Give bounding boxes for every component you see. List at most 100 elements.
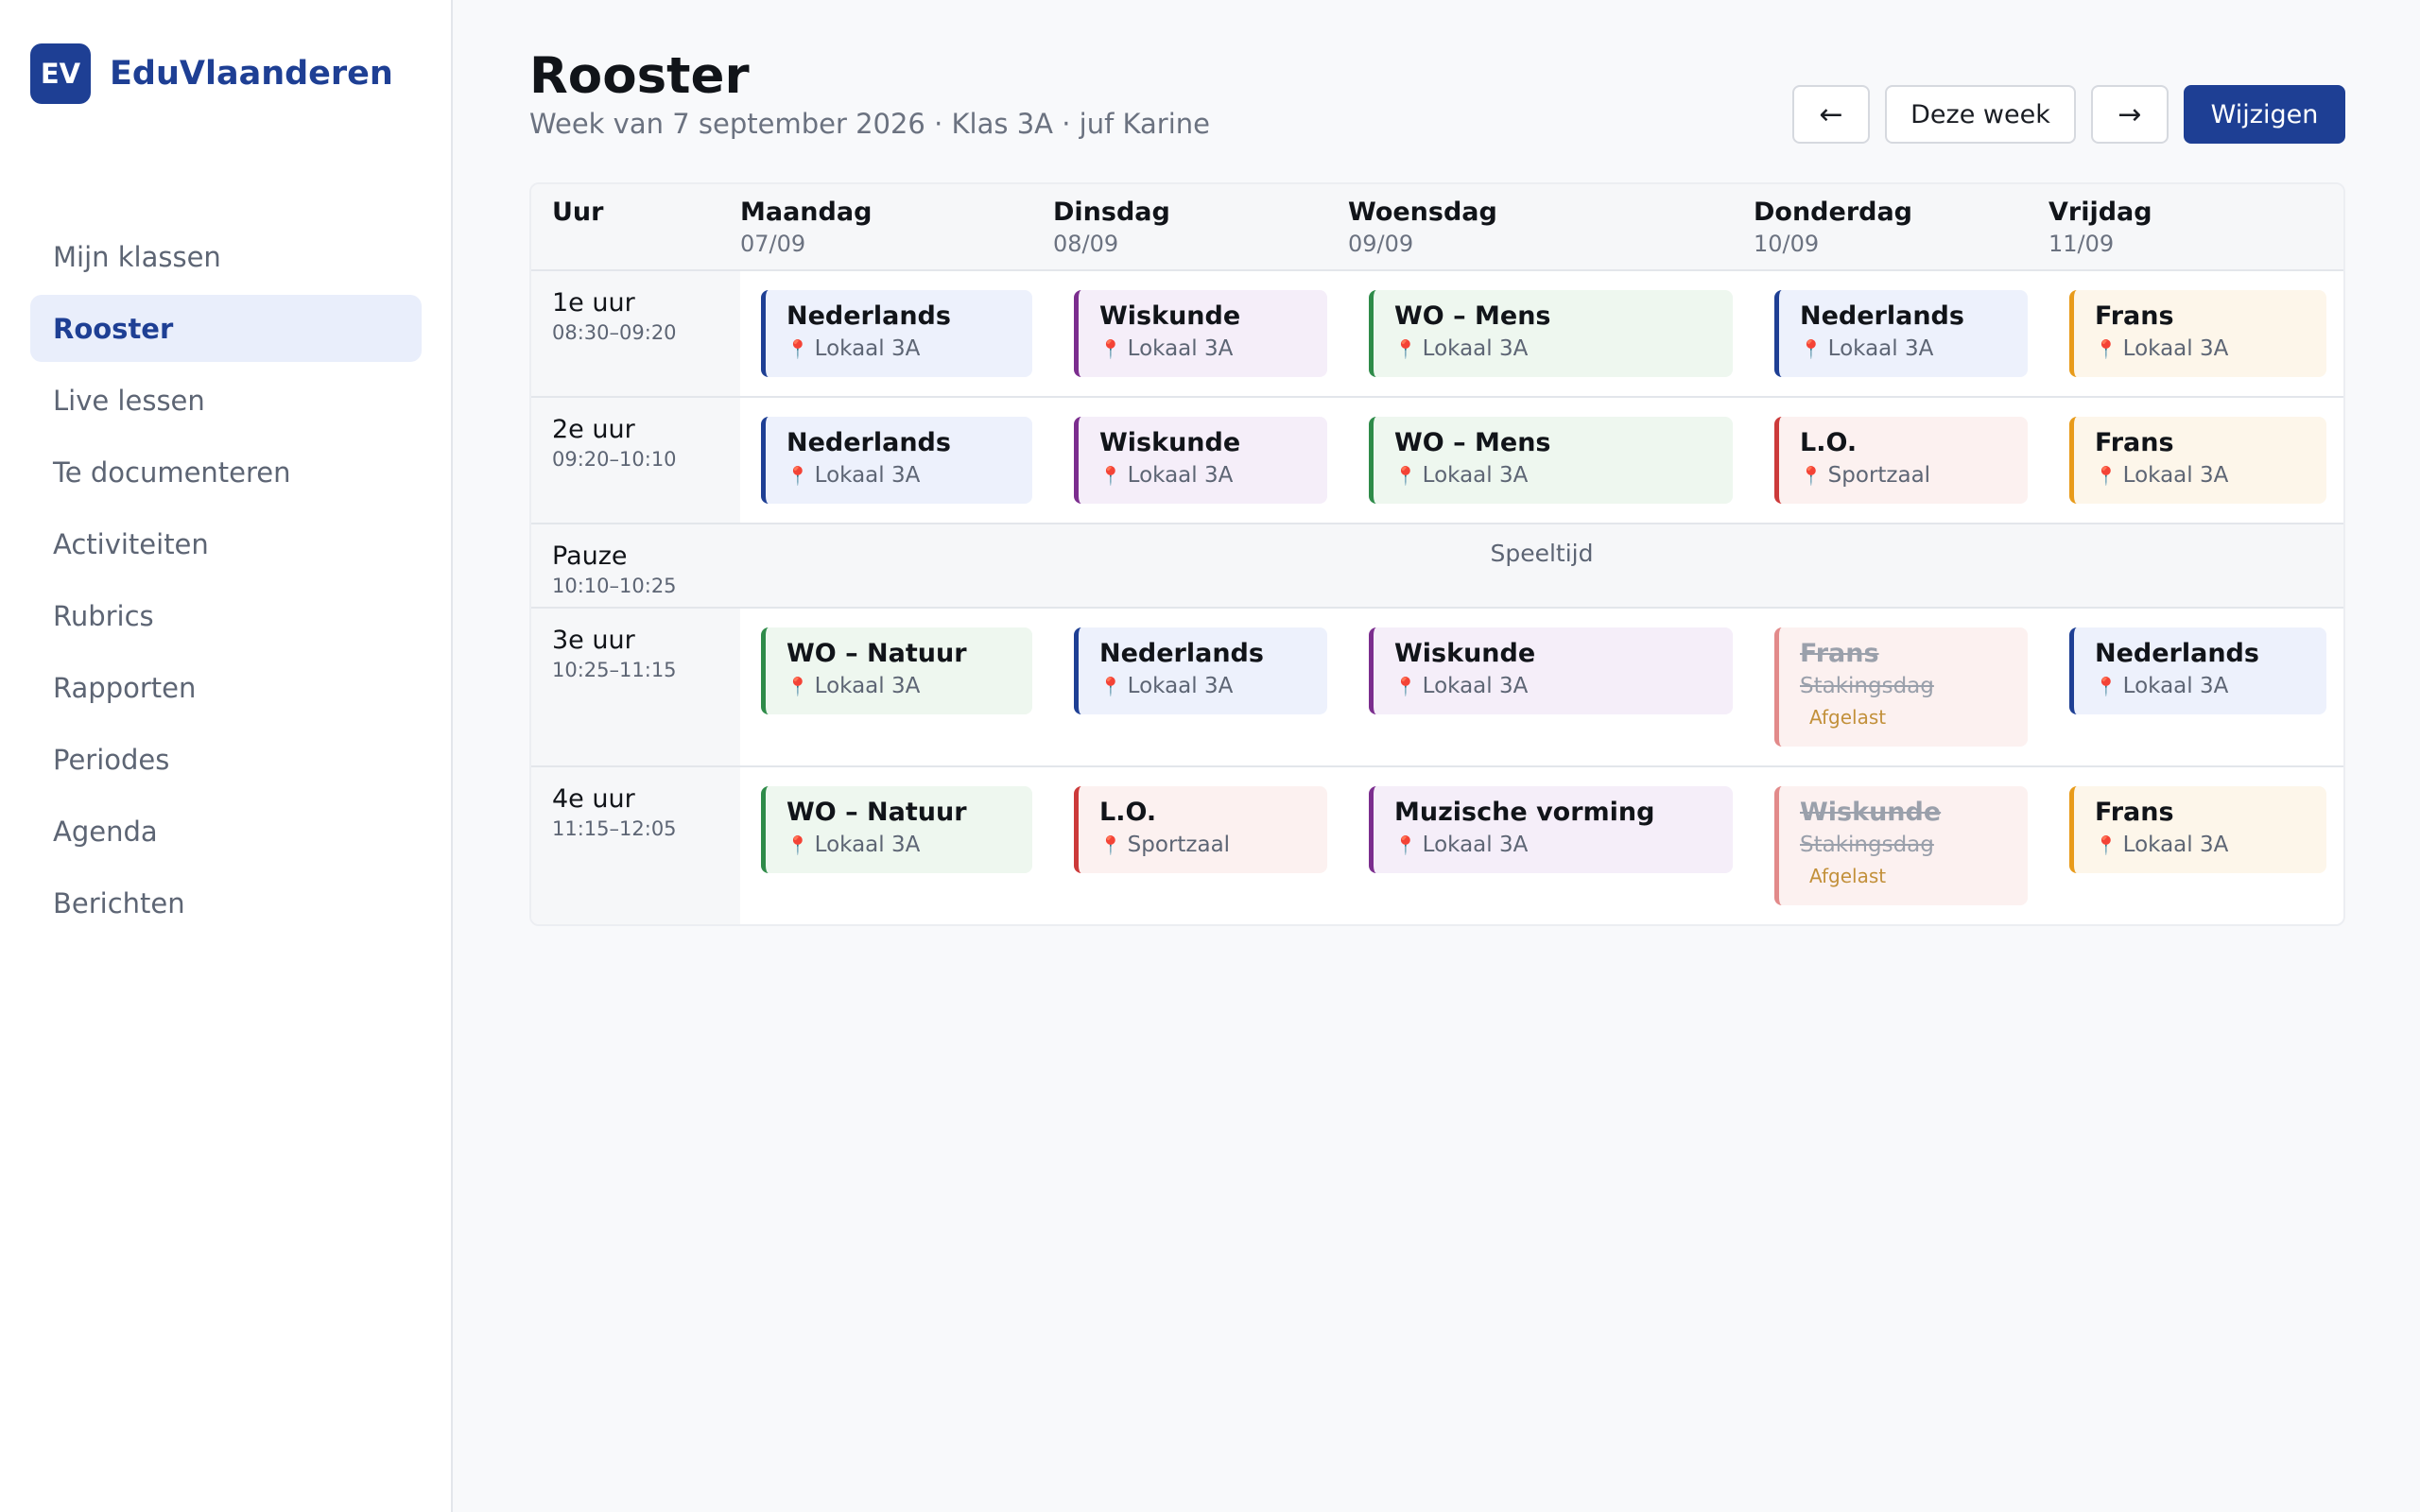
day-cell: Wiskunde 📍 Lokaal 3A (1053, 398, 1348, 523)
sidebar-item-rapporten[interactable]: Rapporten (30, 654, 422, 721)
sidebar-item-berichten[interactable]: Berichten (30, 869, 422, 936)
day-cell: Nederlands 📍 Lokaal 3A (1754, 271, 2048, 396)
day-date: 10/09 (1754, 231, 1820, 257)
lesson-room: Lokaal 3A (1127, 463, 1234, 488)
this-week-button[interactable]: Deze week (1885, 85, 2076, 144)
day-cell: WO – Mens 📍 Lokaal 3A (1348, 398, 1754, 523)
pin-icon: 📍 (786, 835, 809, 856)
lesson-card[interactable]: WO – Mens 📍 Lokaal 3A (1369, 417, 1733, 504)
day-cell: WO – Natuur 📍 Lokaal 3A (740, 767, 1053, 924)
lesson-subject: Frans (2095, 428, 2174, 457)
lesson-room: Lokaal 3A (814, 833, 921, 857)
lesson-card[interactable]: Frans 📍 Lokaal 3A (2069, 417, 2326, 504)
lesson-room-line: 📍 Lokaal 3A (1394, 336, 1733, 361)
brand[interactable]: EV EduVlaanderen (30, 43, 393, 104)
lesson-room-line: 📍 Lokaal 3A (2095, 463, 2326, 488)
lesson-card[interactable]: L.O. 📍 Sportzaal (1774, 417, 2028, 504)
edit-schedule-button[interactable]: Wijzigen (2184, 85, 2345, 144)
lesson-subject: Nederlands (786, 428, 951, 457)
pin-icon: 📍 (2095, 677, 2118, 697)
slot-time: 10:10–10:25 (552, 575, 677, 597)
lesson-room-line: 📍 Lokaal 3A (1394, 833, 1733, 857)
lesson-card[interactable]: L.O. 📍 Sportzaal (1074, 786, 1327, 873)
lesson-room-line: 📍 Lokaal 3A (2095, 833, 2326, 857)
lesson-subject: L.O. (1099, 798, 1157, 827)
lesson-card[interactable]: Wiskunde 📍 Lokaal 3A (1074, 290, 1327, 377)
lesson-card[interactable]: WO – Mens 📍 Lokaal 3A (1369, 290, 1733, 377)
lesson-card[interactable]: Frans 📍 Lokaal 3A (2069, 290, 2326, 377)
schedule-row-4: 4e uur 11:15–12:05 WO – Natuur 📍 Lokaal 3… (531, 765, 2343, 924)
sidebar-item-activiteiten[interactable]: Activiteiten (30, 510, 422, 577)
sidebar-item-rubrics[interactable]: Rubrics (30, 582, 422, 649)
lesson-subject: Wiskunde (1099, 428, 1241, 457)
lesson-subject: Nederlands (2095, 639, 2259, 668)
pause-label: Speeltijd (1490, 540, 1594, 567)
schedule-row-1: 1e uur 08:30–09:20 Nederlands 📍 Lokaal 3A… (531, 269, 2343, 396)
lesson-card[interactable]: Nederlands 📍 Lokaal 3A (761, 290, 1032, 377)
day-date: 11/09 (2048, 231, 2115, 257)
lesson-card-cancelled[interactable]: Wiskunde Stakingsdag Afgelast (1774, 786, 2028, 905)
lesson-room: Lokaal 3A (1422, 833, 1529, 857)
lesson-card[interactable]: Frans 📍 Lokaal 3A (2069, 786, 2326, 873)
sidebar-item-live-lessen[interactable]: Live lessen (30, 367, 422, 434)
pin-icon: 📍 (2095, 466, 2118, 487)
lesson-room-line: 📍 Lokaal 3A (2095, 336, 2326, 361)
slot-time: 08:30–09:20 (552, 321, 677, 344)
day-header-wednesday: Woensdag 09/09 (1348, 184, 1754, 269)
day-cell: L.O. 📍 Sportzaal (1053, 767, 1348, 924)
lesson-card[interactable]: Muzische vorming 📍 Lokaal 3A (1369, 786, 1733, 873)
day-cell: Wiskunde Stakingsdag Afgelast (1754, 767, 2048, 924)
day-cell: Nederlands 📍 Lokaal 3A (2048, 609, 2343, 765)
day-header-friday: Vrijdag 11/09 (2048, 184, 2343, 269)
lesson-card[interactable]: WO – Natuur 📍 Lokaal 3A (761, 627, 1032, 714)
sidebar-item-te-documenteren[interactable]: Te documenteren (30, 438, 422, 506)
slot-time: 10:25–11:15 (552, 659, 677, 681)
time-slot: 3e uur 10:25–11:15 (531, 609, 740, 765)
sidebar-item-periodes[interactable]: Periodes (30, 726, 422, 793)
pin-icon: 📍 (1800, 339, 1823, 360)
lesson-card[interactable]: WO – Natuur 📍 Lokaal 3A (761, 786, 1032, 873)
previous-week-button[interactable]: ← (1792, 85, 1870, 144)
next-week-button[interactable]: → (2091, 85, 2169, 144)
lesson-subject: Nederlands (1099, 639, 1264, 668)
lesson-room: Lokaal 3A (814, 336, 921, 361)
pin-icon: 📍 (1394, 677, 1417, 697)
day-date: 07/09 (740, 231, 806, 257)
lesson-card[interactable]: Nederlands 📍 Lokaal 3A (1774, 290, 2028, 377)
day-cell: Frans 📍 Lokaal 3A (2048, 398, 2343, 523)
lesson-room: Lokaal 3A (2122, 674, 2229, 698)
lesson-subject: WO – Mens (1394, 428, 1551, 457)
lesson-card[interactable]: Nederlands 📍 Lokaal 3A (2069, 627, 2326, 714)
schedule-row-3: 3e uur 10:25–11:15 WO – Natuur 📍 Lokaal 3… (531, 607, 2343, 765)
lesson-subject: Frans (2095, 301, 2174, 331)
day-cell: Frans 📍 Lokaal 3A (2048, 767, 2343, 924)
lesson-card-cancelled[interactable]: Frans Stakingsdag Afgelast (1774, 627, 2028, 747)
lesson-room: Sportzaal (1127, 833, 1231, 857)
lesson-room-line: 📍 Lokaal 3A (1800, 336, 2028, 361)
day-cell: WO – Mens 📍 Lokaal 3A (1348, 271, 1754, 396)
pin-icon: 📍 (1394, 339, 1417, 360)
sidebar-item-rooster[interactable]: Rooster (30, 295, 422, 362)
sidebar: EV EduVlaanderen Mijn klassen Rooster Li… (0, 0, 453, 1512)
slot-name: 1e uur (552, 288, 635, 318)
lesson-card[interactable]: Wiskunde 📍 Lokaal 3A (1074, 417, 1327, 504)
pin-icon: 📍 (2095, 339, 2118, 360)
pin-icon: 📍 (786, 466, 809, 487)
day-cell: Frans 📍 Lokaal 3A (2048, 271, 2343, 396)
lesson-card[interactable]: Wiskunde 📍 Lokaal 3A (1369, 627, 1733, 714)
sidebar-item-mijn-klassen[interactable]: Mijn klassen (30, 223, 422, 290)
lesson-room-line: 📍 Lokaal 3A (2095, 674, 2326, 698)
lesson-card[interactable]: Nederlands 📍 Lokaal 3A (1074, 627, 1327, 714)
lesson-room: Lokaal 3A (2122, 463, 2229, 488)
time-slot: 2e uur 09:20–10:10 (531, 398, 740, 523)
sidebar-item-agenda[interactable]: Agenda (30, 798, 422, 865)
lesson-room: Lokaal 3A (1827, 336, 1934, 361)
day-cell: WO – Natuur 📍 Lokaal 3A (740, 609, 1053, 765)
lesson-room: Lokaal 3A (2122, 336, 2229, 361)
day-cell: Nederlands 📍 Lokaal 3A (740, 271, 1053, 396)
lesson-card[interactable]: Nederlands 📍 Lokaal 3A (761, 417, 1032, 504)
lesson-room-line: 📍 Lokaal 3A (1099, 463, 1327, 488)
hour-column-header: Uur (531, 184, 740, 269)
day-name: Vrijdag (2048, 198, 2152, 227)
lesson-room: Lokaal 3A (1422, 336, 1529, 361)
